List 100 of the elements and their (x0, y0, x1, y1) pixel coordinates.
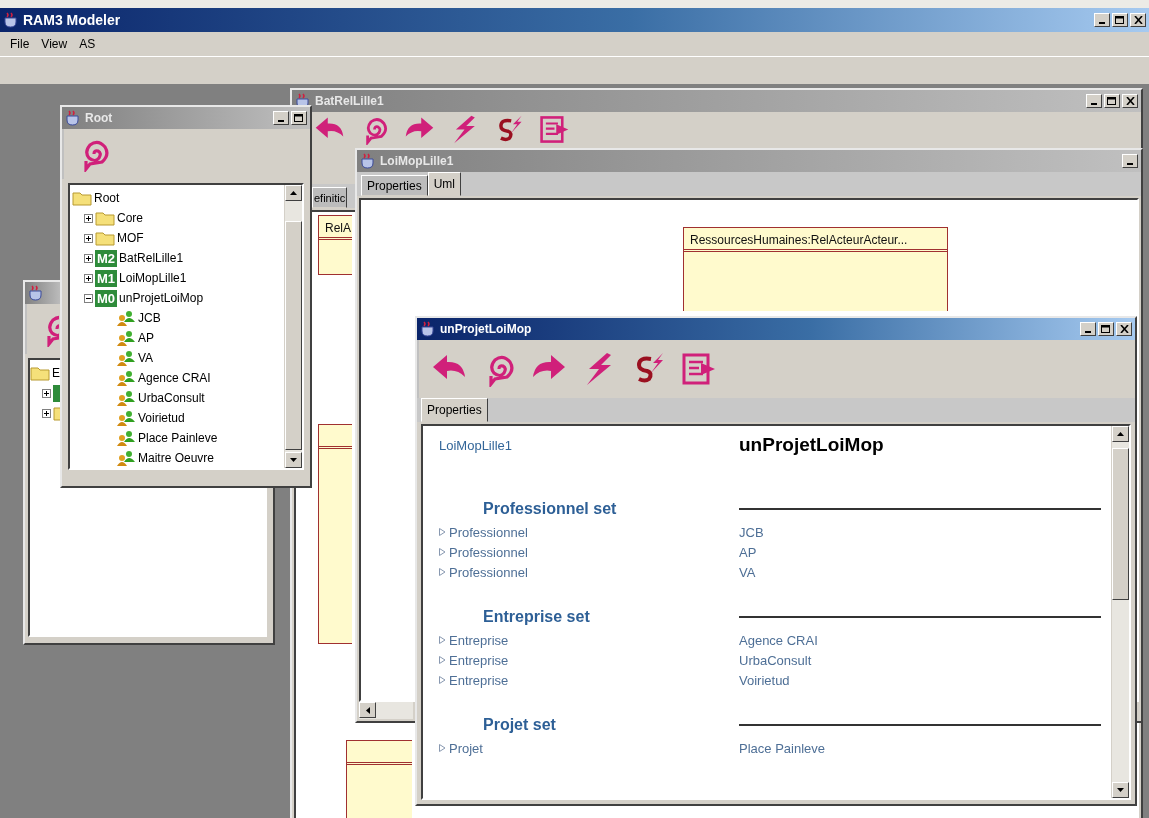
minimize-button[interactable] (1080, 322, 1096, 336)
property-value[interactable]: Agence CRAI (739, 632, 1111, 648)
property-value[interactable]: UrbaConsult (739, 652, 1111, 668)
expand-triangle-icon[interactable] (439, 676, 446, 684)
uml-class-box[interactable]: RelA (318, 215, 352, 275)
property-label[interactable]: Projet (439, 738, 739, 758)
document-arrow-icon[interactable] (539, 114, 570, 145)
app-titlebar[interactable]: RAM3 Modeler (0, 8, 1149, 32)
set-heading: Professionnel set (482, 500, 618, 518)
model-badge: M2 (95, 249, 118, 267)
tree-item[interactable]: Place Painleve (138, 431, 218, 445)
folder-icon (95, 210, 115, 226)
property-label[interactable]: Professionnel (439, 522, 739, 542)
app-icon (420, 321, 436, 337)
model-link[interactable]: LoiMopLille1 (439, 437, 739, 453)
property-value[interactable]: VA (739, 564, 1111, 580)
model-badge: M1 (95, 269, 118, 287)
tree-item[interactable]: unProjetLoiMop (119, 291, 204, 305)
document-arrow-icon[interactable] (681, 351, 717, 387)
app-icon (360, 153, 376, 169)
tree-item[interactable]: Maitre Oeuvre (138, 451, 215, 465)
menu-item[interactable]: View (35, 37, 74, 51)
window-title: Root (85, 111, 113, 125)
scroll-down-icon[interactable] (290, 458, 297, 462)
set-heading: Projet set (482, 716, 557, 734)
scroll-up-icon[interactable] (1117, 432, 1124, 436)
expand-triangle-icon[interactable] (439, 528, 446, 536)
property-label[interactable]: Entreprise (439, 670, 739, 690)
scroll-thumb[interactable] (1112, 448, 1129, 600)
people-icon (116, 429, 136, 447)
collapse-icon[interactable] (84, 293, 93, 303)
property-value[interactable]: Voirietud (739, 672, 1111, 688)
expand-icon[interactable] (42, 388, 51, 398)
scroll-down-icon[interactable] (1117, 788, 1124, 792)
tree-item[interactable]: Agence CRAI (138, 371, 211, 385)
expand-icon[interactable] (84, 233, 93, 243)
minimize-button[interactable] (1122, 154, 1138, 168)
tree-item[interactable]: JCB (138, 311, 161, 325)
app-icon (28, 285, 44, 301)
expand-icon[interactable] (84, 253, 93, 263)
expand-triangle-icon[interactable] (439, 744, 446, 752)
set-heading: Entreprise set (482, 608, 591, 626)
tree-item[interactable]: AP (138, 331, 154, 345)
uml-class-box[interactable] (318, 424, 352, 644)
scroll-left-icon[interactable] (365, 706, 370, 714)
expand-icon[interactable] (42, 408, 51, 418)
tree-item[interactable]: MOF (117, 231, 144, 245)
tab[interactable]: Uml (427, 172, 462, 196)
menu-item[interactable]: AS (73, 37, 102, 51)
class-name: RessourcesHumaines:RelActeurActeur... (690, 233, 908, 247)
window-title: BatRelLille1 (315, 94, 384, 108)
scrollbar[interactable] (1111, 426, 1129, 798)
window-titlebar[interactable] (25, 282, 63, 304)
app-title: RAM3 Modeler (23, 12, 121, 28)
folder-icon (72, 190, 92, 206)
model-badge: M0 (95, 289, 118, 307)
window-titlebar[interactable]: unProjetLoiMop (417, 318, 1135, 340)
tree-item[interactable]: Root (94, 191, 120, 205)
tree-item[interactable]: BatRelLille1 (119, 251, 184, 265)
menu-item[interactable]: File (4, 37, 36, 51)
expand-triangle-icon[interactable] (439, 568, 446, 576)
people-icon (116, 309, 136, 327)
property-value[interactable]: Place Painleve (739, 740, 1111, 756)
expand-triangle-icon[interactable] (439, 636, 446, 644)
minimize-button[interactable] (1094, 13, 1110, 27)
uml-class-box[interactable]: RessourcesHumaines:RelActeurActeur... (683, 227, 948, 311)
folder-icon (30, 365, 50, 381)
property-value[interactable]: JCB (739, 524, 1111, 540)
tab[interactable]: Properties (421, 398, 488, 422)
scrollbar[interactable] (359, 702, 413, 719)
scroll-up-icon[interactable] (290, 191, 297, 195)
tree-item[interactable]: E (52, 366, 60, 380)
tree-item[interactable]: UrbaConsult (138, 391, 205, 405)
people-icon (116, 369, 136, 387)
minimize-button[interactable] (1086, 94, 1102, 108)
uml-class-box[interactable] (346, 740, 412, 818)
property-label[interactable]: Professionnel (439, 562, 739, 582)
people-icon (116, 329, 136, 347)
property-label[interactable]: Professionnel (439, 542, 739, 562)
tab[interactable]: efinitic (312, 187, 348, 208)
scroll-thumb[interactable] (285, 221, 302, 450)
app-icon (65, 110, 81, 126)
expand-triangle-icon[interactable] (439, 548, 446, 556)
minimize-button[interactable] (273, 111, 289, 125)
tree-item[interactable]: VA (138, 351, 154, 365)
tab[interactable]: Properties (361, 175, 428, 196)
property-value[interactable]: AP (739, 544, 1111, 560)
people-icon (116, 349, 136, 367)
scrollbar[interactable] (284, 185, 302, 468)
people-icon (116, 409, 136, 427)
tree-item[interactable]: Core (117, 211, 143, 225)
tree-item[interactable]: Voirietud (138, 411, 185, 425)
expand-icon[interactable] (84, 213, 93, 223)
expand-icon[interactable] (84, 273, 93, 283)
property-label[interactable]: Entreprise (439, 630, 739, 650)
people-icon (116, 449, 136, 467)
tree-item[interactable]: LoiMopLille1 (119, 271, 187, 285)
app-icon (3, 12, 19, 28)
expand-triangle-icon[interactable] (439, 656, 446, 664)
property-label[interactable]: Entreprise (439, 650, 739, 670)
